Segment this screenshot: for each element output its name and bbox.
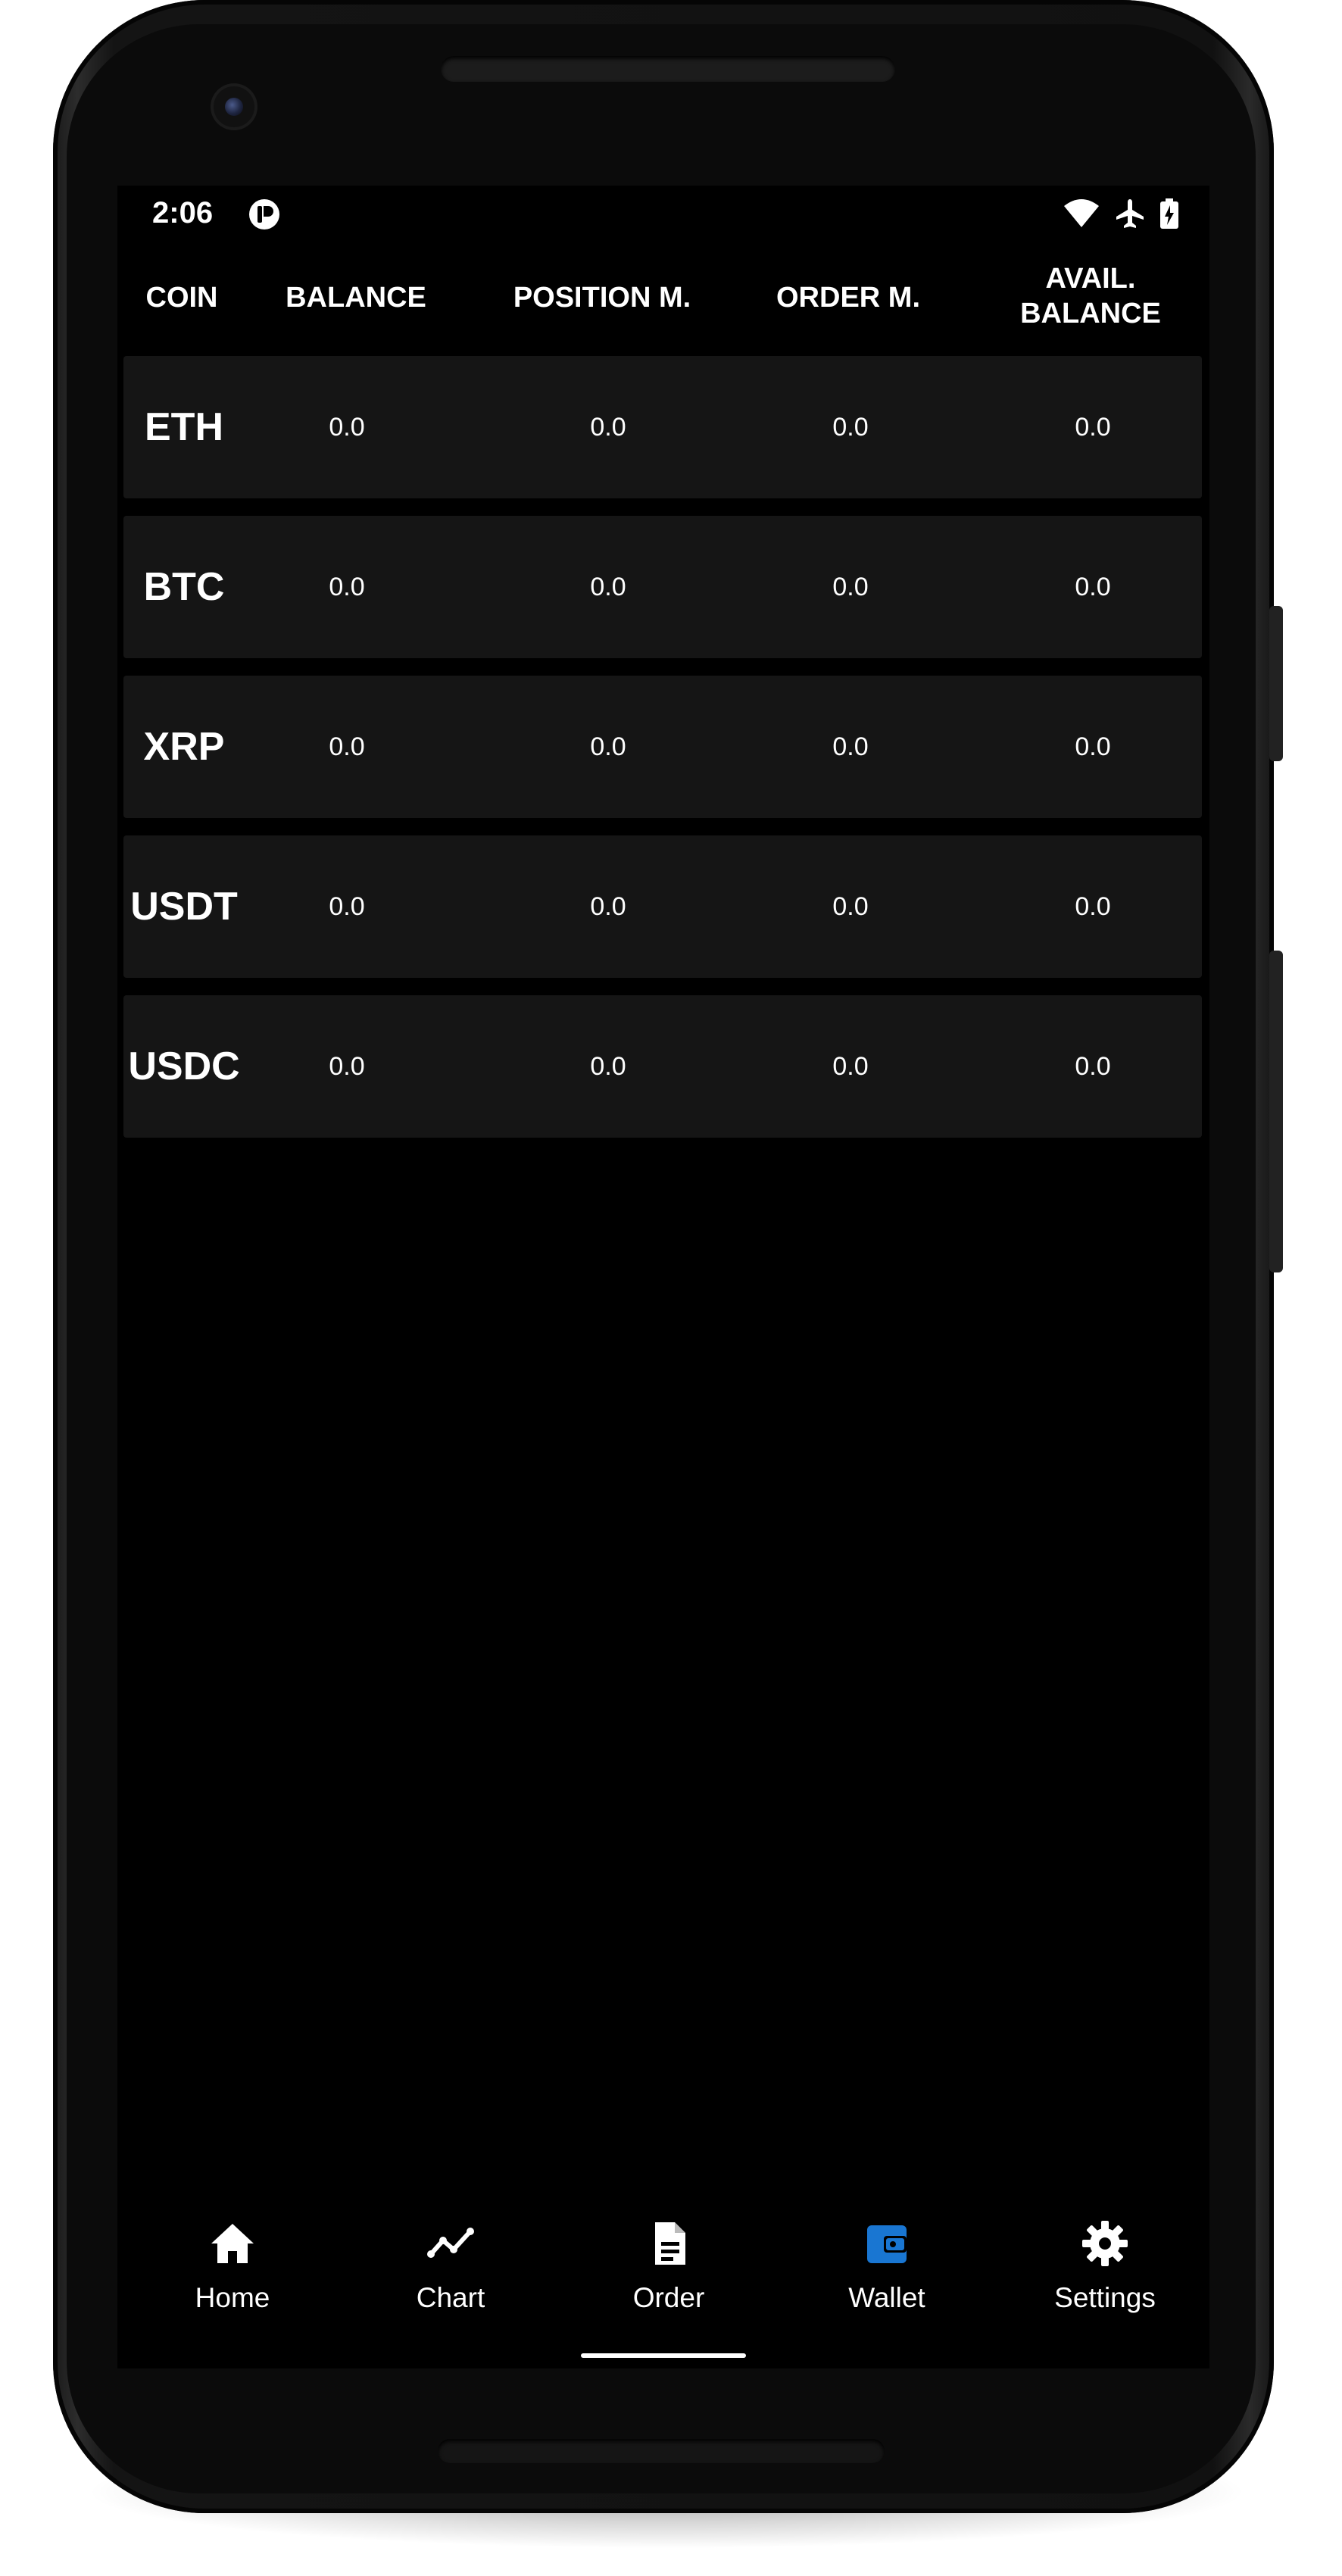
coin-symbol: XRP <box>143 725 225 769</box>
bottom-navigation: Home Chart Order Wallet Settings <box>117 2215 1209 2368</box>
nav-settings-label: Settings <box>1054 2282 1156 2313</box>
home-icon <box>211 2224 254 2263</box>
coin-symbol: USDC <box>128 1044 240 1088</box>
table-row[interactable]: XRP 0.0 0.0 0.0 0.0 <box>123 676 1202 818</box>
wifi-icon <box>1064 199 1099 227</box>
coin-symbol: USDT <box>130 885 238 929</box>
table-row[interactable]: ETH 0.0 0.0 0.0 0.0 <box>123 356 1202 498</box>
airplane-icon <box>1116 199 1144 228</box>
balance-value: 0.0 <box>329 892 365 921</box>
header-coin: COIN <box>145 282 218 314</box>
nav-order[interactable]: Order <box>578 2215 760 2329</box>
bottom-speaker <box>438 2439 885 2463</box>
wallet-icon <box>867 2225 907 2263</box>
front-camera <box>214 86 254 127</box>
header-available-balance: AVAIL. BALANCE <box>1020 263 1161 329</box>
table-row[interactable]: USDC 0.0 0.0 0.0 0.0 <box>123 995 1202 1138</box>
coin-symbol: ETH <box>145 405 223 449</box>
document-icon <box>655 2222 685 2265</box>
order-margin-value: 0.0 <box>832 573 869 601</box>
header-order-margin: ORDER M. <box>776 282 920 314</box>
position-margin-value: 0.0 <box>590 892 626 921</box>
status-bar: 2:06 <box>117 186 1209 242</box>
position-margin-value: 0.0 <box>590 573 626 601</box>
wallet-table-header: COIN BALANCE POSITION M. ORDER M. AVAIL.… <box>117 258 1209 341</box>
nav-chart[interactable]: Chart <box>360 2215 541 2329</box>
nav-wallet[interactable]: Wallet <box>796 2215 978 2329</box>
nav-home-label: Home <box>195 2282 270 2313</box>
status-time: 2:06 <box>152 196 214 229</box>
assistant-icon <box>249 199 279 229</box>
available-balance-value: 0.0 <box>1075 892 1111 921</box>
balance-value: 0.0 <box>329 413 365 442</box>
order-margin-value: 0.0 <box>832 732 869 761</box>
position-margin-value: 0.0 <box>590 732 626 761</box>
nav-wallet-label: Wallet <box>848 2282 925 2313</box>
available-balance-value: 0.0 <box>1075 573 1111 601</box>
power-button <box>1269 951 1283 1272</box>
position-margin-value: 0.0 <box>590 1052 626 1081</box>
balance-value: 0.0 <box>329 573 365 601</box>
order-margin-value: 0.0 <box>832 1052 869 1081</box>
nav-home[interactable]: Home <box>142 2215 323 2329</box>
table-row[interactable]: USDT 0.0 0.0 0.0 0.0 <box>123 835 1202 978</box>
wallet-table: ETH 0.0 0.0 0.0 0.0 BTC 0.0 0.0 0.0 0.0 … <box>123 356 1202 1155</box>
available-balance-value: 0.0 <box>1075 1052 1111 1081</box>
position-margin-value: 0.0 <box>590 413 626 442</box>
header-balance: BALANCE <box>286 282 426 314</box>
nav-settings[interactable]: Settings <box>1014 2215 1196 2329</box>
table-row[interactable]: BTC 0.0 0.0 0.0 0.0 <box>123 516 1202 658</box>
gesture-bar[interactable] <box>581 2353 746 2358</box>
nav-chart-label: Chart <box>416 2282 485 2313</box>
order-margin-value: 0.0 <box>832 892 869 921</box>
order-margin-value: 0.0 <box>832 413 869 442</box>
volume-button <box>1269 606 1283 761</box>
available-balance-value: 0.0 <box>1075 413 1111 442</box>
available-balance-value: 0.0 <box>1075 732 1111 761</box>
balance-value: 0.0 <box>329 732 365 761</box>
coin-symbol: BTC <box>143 565 225 609</box>
header-position-margin: POSITION M. <box>513 282 691 314</box>
gear-icon <box>1082 2221 1128 2266</box>
chart-line-icon <box>427 2228 474 2258</box>
battery-charging-icon <box>1160 198 1178 229</box>
earpiece-speaker <box>441 56 895 82</box>
status-icons <box>1063 198 1179 229</box>
balance-value: 0.0 <box>329 1052 365 1081</box>
nav-order-label: Order <box>632 2282 705 2313</box>
app-screen: 2:06 COIN BALANCE POSITION M. ORDER M. A… <box>117 186 1209 2368</box>
